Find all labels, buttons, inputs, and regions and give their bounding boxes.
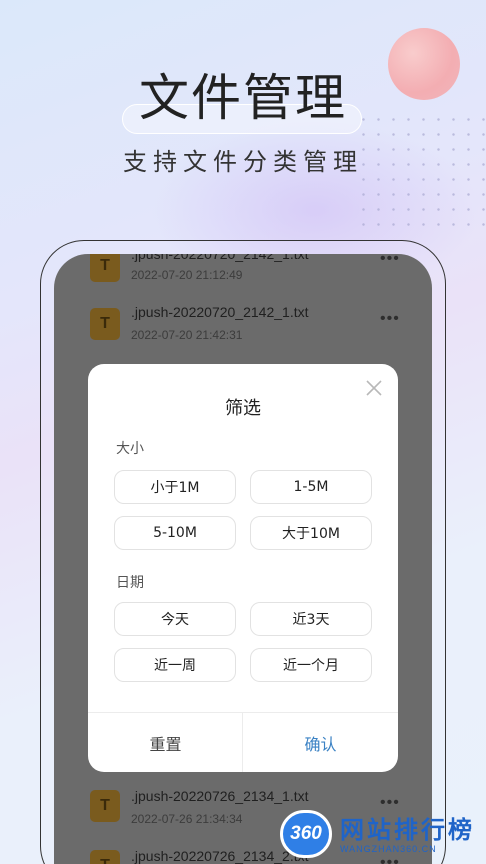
file-list-item[interactable]: T .jpush-20220720_2142_1.txt 2022-07-20 … (54, 300, 432, 358)
size-option-gt-10m[interactable]: 大于10M (250, 516, 372, 550)
text-file-icon: T (90, 308, 120, 340)
text-file-icon: T (90, 790, 120, 822)
more-icon[interactable]: ••• (380, 254, 400, 268)
watermark-logo: 360 网站排行榜 WANGZHAN360.CN (280, 806, 486, 864)
date-option-today[interactable]: 今天 (114, 602, 236, 636)
dialog-title: 筛选 (225, 398, 261, 419)
file-name: .jpush-20220726_2134_1.txt (131, 788, 309, 804)
page-title: 文件管理 (139, 69, 347, 127)
date-section-label: 日期 (116, 575, 144, 591)
reset-button[interactable]: 重置 (88, 713, 243, 772)
size-option-1-5m[interactable]: 1-5M (250, 470, 372, 504)
watermark-badge: 360 (280, 810, 332, 858)
dialog-footer: 重置 确认 (88, 712, 398, 772)
watermark-url: WANGZHAN360.CN (340, 844, 437, 854)
date-option-3-days[interactable]: 近3天 (250, 602, 372, 636)
more-icon[interactable]: ••• (380, 310, 400, 328)
file-date: 2022-07-20 21:42:31 (131, 328, 243, 342)
page-subtitle: 支持文件分类管理 (123, 148, 363, 176)
close-icon[interactable] (362, 376, 386, 400)
size-section-label: 大小 (116, 441, 144, 457)
text-file-icon: T (90, 254, 120, 282)
watermark-text: 网站排行榜 (340, 816, 475, 844)
file-date: 2022-07-26 21:34:34 (131, 812, 243, 826)
file-name: .jpush-20220720_2142_1.txt (131, 254, 309, 262)
size-option-5-10m[interactable]: 5-10M (114, 516, 236, 550)
file-date: 2022-07-20 21:12:49 (131, 268, 243, 282)
filter-dialog: 筛选 大小 小于1M 1-5M 5-10M 大于10M 日期 今天 近3天 近一… (88, 364, 398, 772)
file-list-item[interactable]: T .jpush-20220720_2142_1.txt 2022-07-20 … (54, 254, 432, 302)
size-option-lt-1m[interactable]: 小于1M (114, 470, 236, 504)
date-option-week[interactable]: 近一周 (114, 648, 236, 682)
confirm-button[interactable]: 确认 (243, 713, 398, 772)
file-name: .jpush-20220720_2142_1.txt (131, 304, 309, 320)
text-file-icon: T (90, 850, 120, 864)
date-option-month[interactable]: 近一个月 (250, 648, 372, 682)
